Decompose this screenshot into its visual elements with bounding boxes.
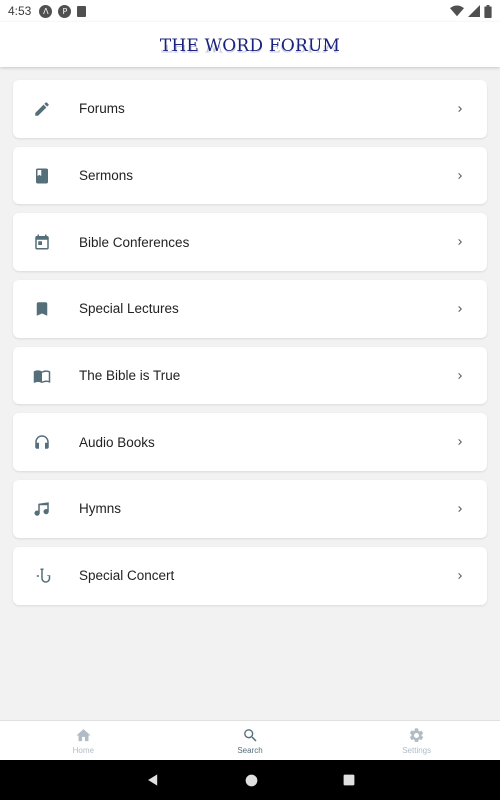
chevron-right-icon <box>453 169 467 183</box>
status-system-icons <box>450 4 492 18</box>
chevron-right-icon <box>453 302 467 316</box>
status-time: 4:53 <box>8 4 32 18</box>
home-icon <box>76 728 91 741</box>
saxophone-icon <box>33 567 51 585</box>
open-book-icon <box>33 367 51 385</box>
nav-label: Settings <box>402 745 432 755</box>
home-circle-icon[interactable] <box>245 774 258 787</box>
battery-icon <box>484 4 492 18</box>
chevron-right-icon <box>453 569 467 583</box>
nav-search[interactable]: Search <box>167 721 334 760</box>
chevron-right-icon <box>453 502 467 516</box>
sim-icon <box>77 5 87 17</box>
app-logo: THE WORD FORUM THE WORD FORUM <box>150 30 350 60</box>
nav-settings[interactable]: Settings <box>333 721 500 760</box>
menu-item-audio-books[interactable]: Audio Books <box>13 413 487 472</box>
nav-label: Search <box>237 745 263 755</box>
search-icon <box>243 728 257 742</box>
logo-reflection: THE WORD FORUM <box>161 44 339 55</box>
back-icon[interactable] <box>146 773 160 787</box>
menu-item-bible-conferences[interactable]: Bible Conferences <box>13 213 487 272</box>
menu-item-sermons[interactable]: Sermons <box>13 146 487 205</box>
menu-item-label: The Bible is True <box>79 368 181 384</box>
menu-item-label: Sermons <box>79 168 134 184</box>
status-bar: 4:53 Λ P <box>0 0 500 22</box>
menu-item-hymns[interactable]: Hymns <box>13 480 487 538</box>
p-icon: P <box>58 4 72 18</box>
system-nav-bar <box>0 760 500 800</box>
menu-item-bible-is-true[interactable]: The Bible is True <box>13 346 487 405</box>
menu-item-label: Bible Conferences <box>79 234 190 250</box>
signal-icon <box>468 5 480 17</box>
music-note-icon <box>33 500 51 518</box>
app-header: THE WORD FORUM THE WORD FORUM <box>0 22 500 67</box>
bookmark-icon <box>33 300 51 318</box>
bottom-nav: Home Search Settings <box>0 720 500 760</box>
menu-item-special-lectures[interactable]: Special Lectures <box>13 280 487 338</box>
chevron-right-icon <box>453 369 467 383</box>
calendar-icon <box>33 233 51 251</box>
chevron-right-icon <box>453 102 467 116</box>
gear-icon <box>410 727 424 742</box>
book-icon <box>33 167 51 185</box>
pencil-icon <box>33 100 51 118</box>
headphones-icon <box>33 433 51 451</box>
chevron-right-icon <box>453 435 467 449</box>
menu-item-forums[interactable]: Forums <box>13 80 487 138</box>
menu-item-special-concert[interactable]: Special Concert <box>13 546 487 605</box>
menu-item-label: Audio Books <box>79 434 155 450</box>
menu-list: Forums Sermons Bible Conferences Special… <box>13 80 487 605</box>
status-notification-icons: Λ P <box>39 4 87 18</box>
nav-label: Home <box>72 745 94 755</box>
menu-item-label: Hymns <box>79 501 122 517</box>
menu-item-label: Special Concert <box>79 568 175 584</box>
a-icon: Λ <box>39 4 53 18</box>
menu-item-label: Special Lectures <box>79 301 179 317</box>
menu-item-label: Forums <box>79 101 125 117</box>
recents-icon[interactable] <box>343 774 355 786</box>
wifi-icon <box>450 5 464 17</box>
nav-home[interactable]: Home <box>0 721 167 760</box>
chevron-right-icon <box>453 235 467 249</box>
